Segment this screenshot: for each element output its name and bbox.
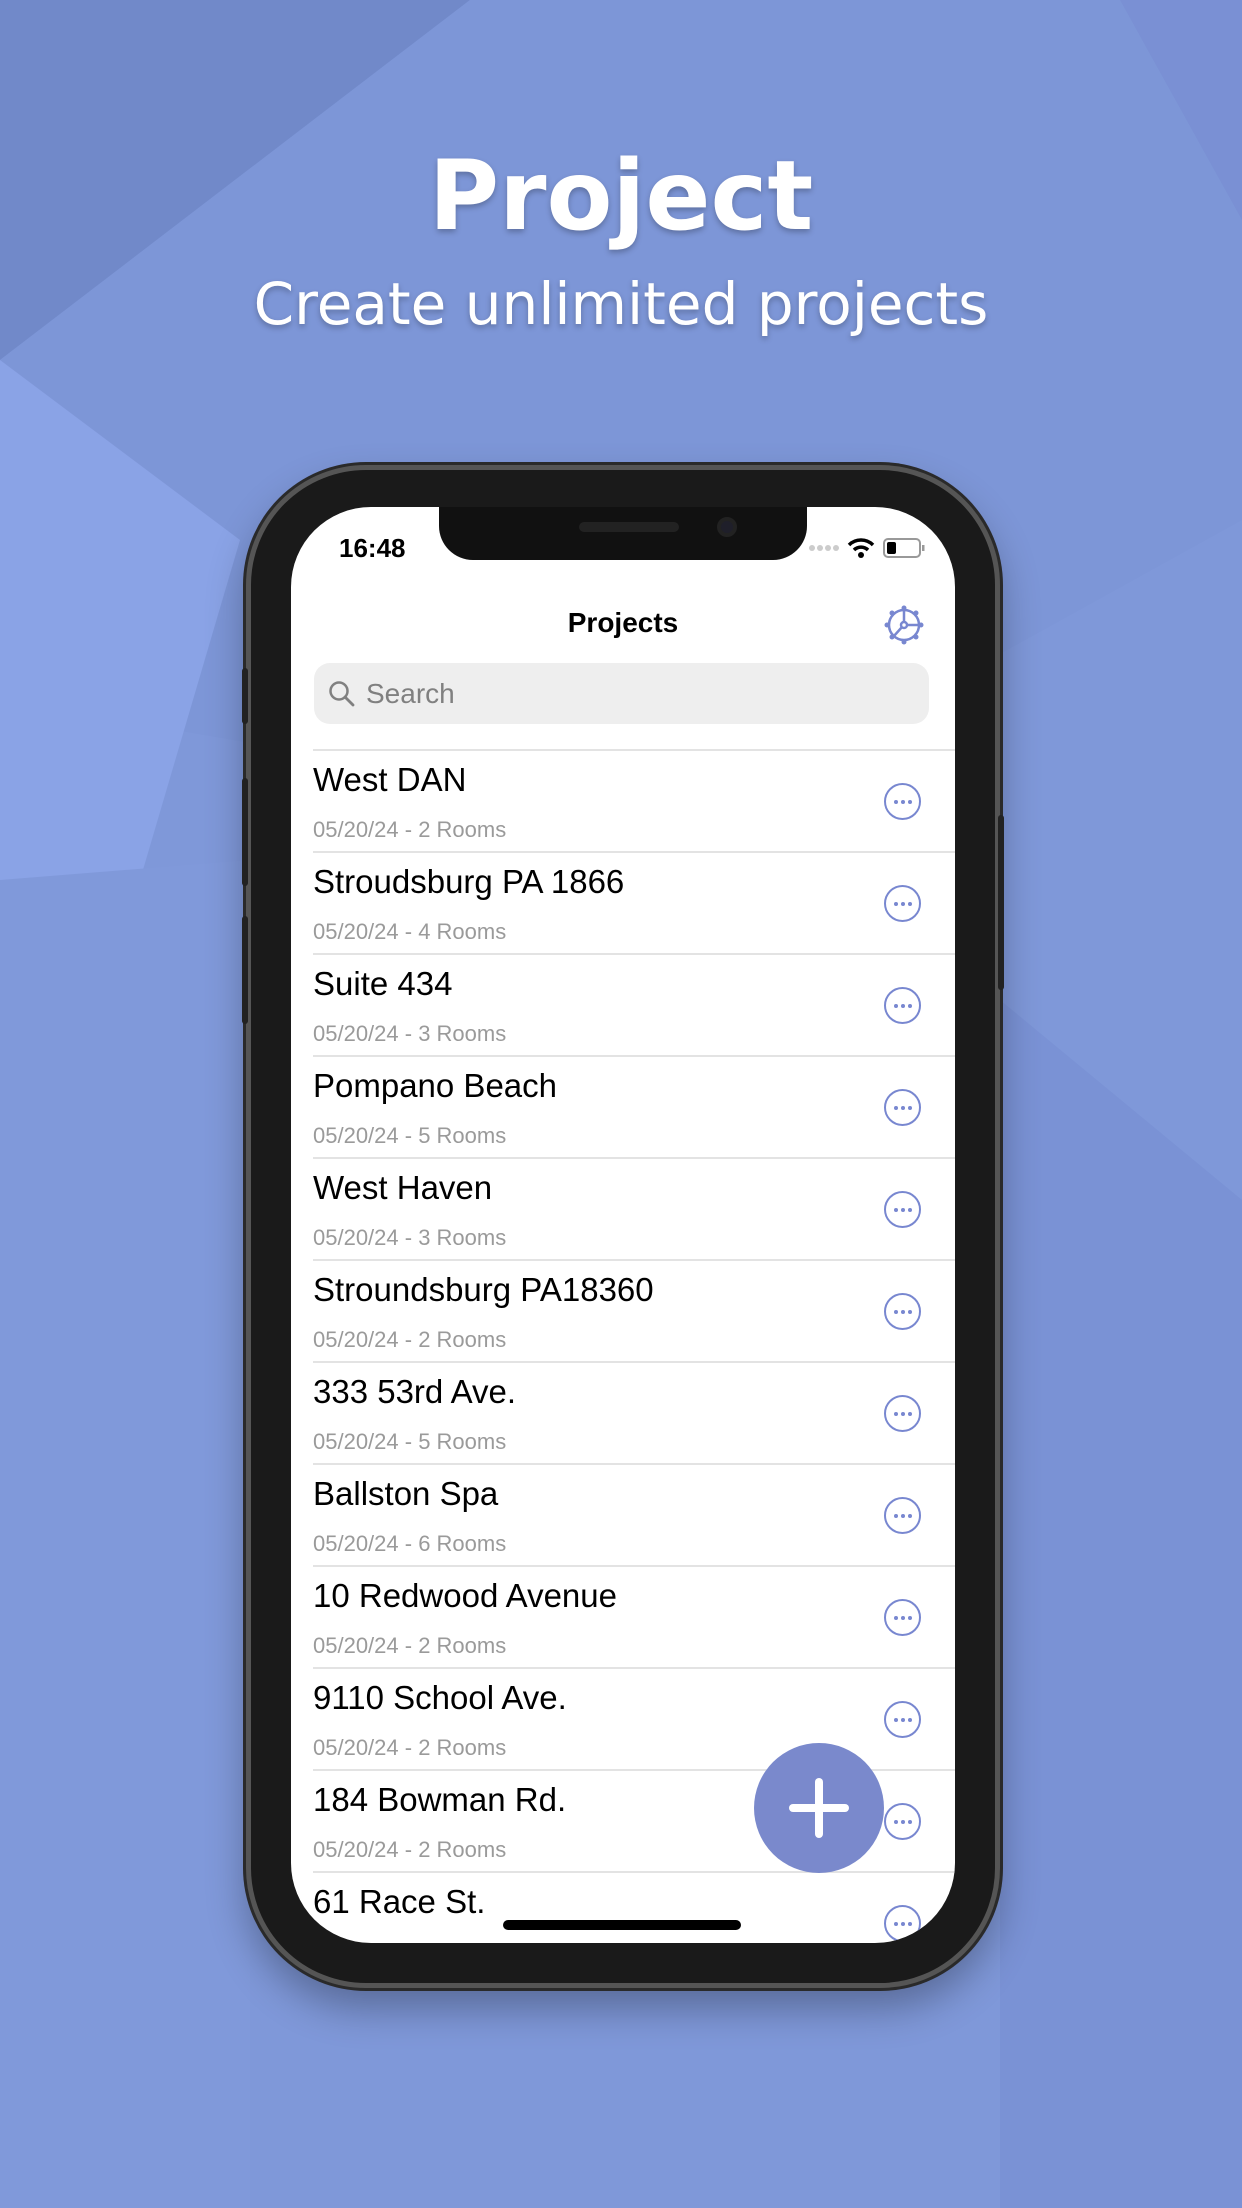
project-name: 9110 School Ave. — [313, 1679, 567, 1716]
phone-mute-button — [242, 668, 248, 724]
project-name: Suite 434 — [313, 965, 453, 1002]
project-meta: 05/20/24 - 2 Rooms — [313, 1837, 507, 1862]
project-meta: 05/20/24 - 2 Rooms — [313, 1735, 507, 1760]
home-indicator[interactable] — [503, 1920, 741, 1930]
battery-low-icon — [883, 538, 925, 558]
project-meta: 05/20/24 - 3 Rooms — [313, 1021, 507, 1046]
project-row[interactable]: Stroundsburg PA18360 05/20/24 - 2 Rooms — [313, 1259, 955, 1361]
more-options-icon[interactable] — [884, 783, 921, 820]
project-meta: 05/20/24 - 6 Rooms — [313, 1531, 507, 1556]
search-icon — [329, 680, 355, 706]
plus-icon — [789, 1778, 849, 1838]
more-options-icon[interactable] — [884, 1497, 921, 1534]
project-row[interactable]: West DAN 05/20/24 - 2 Rooms — [313, 749, 955, 851]
project-name: West Haven — [313, 1169, 493, 1206]
more-options-icon[interactable] — [884, 1701, 921, 1738]
project-row[interactable]: West Haven 05/20/24 - 3 Rooms — [313, 1157, 955, 1259]
project-name: Stroundsburg PA18360 — [313, 1271, 654, 1308]
project-meta: 05/20/24 - 2 Rooms — [313, 1633, 507, 1658]
project-name: Ballston Spa — [313, 1475, 499, 1512]
project-name: 333 53rd Ave. — [313, 1373, 517, 1410]
project-name: Stroudsburg PA 1866 — [313, 863, 625, 900]
status-icons — [809, 537, 925, 559]
gear-icon[interactable] — [883, 604, 925, 646]
project-row[interactable]: 10 Redwood Avenue 05/20/24 - 2 Rooms — [313, 1565, 955, 1667]
signal-dots-icon — [809, 545, 839, 551]
project-meta: 05/20/24 - 3 Rooms — [313, 1225, 507, 1250]
project-meta: 05/20/24 - 2 Rooms — [313, 1327, 507, 1352]
project-name: 184 Bowman Rd. — [313, 1781, 567, 1818]
project-name: West DAN — [313, 761, 467, 798]
more-options-icon[interactable] — [884, 1089, 921, 1126]
project-row[interactable]: 61 Race St. — [313, 1871, 955, 1943]
project-row[interactable]: 333 53rd Ave. 05/20/24 - 5 Rooms — [313, 1361, 955, 1463]
more-options-icon[interactable] — [884, 885, 921, 922]
more-options-icon[interactable] — [884, 1395, 921, 1432]
project-name: Pompano Beach — [313, 1067, 558, 1104]
speaker — [579, 522, 679, 532]
more-options-icon[interactable] — [884, 1599, 921, 1636]
project-row[interactable]: Suite 434 05/20/24 - 3 Rooms — [313, 953, 955, 1055]
notch — [439, 507, 807, 560]
status-time: 16:48 — [339, 533, 406, 563]
more-options-icon[interactable] — [884, 1293, 921, 1330]
project-meta: 05/20/24 - 2 Rooms — [313, 817, 507, 842]
search-input[interactable]: Search — [314, 663, 929, 724]
wifi-icon — [847, 538, 875, 558]
project-meta: 05/20/24 - 5 Rooms — [313, 1429, 507, 1454]
project-meta: 05/20/24 - 5 Rooms — [313, 1123, 507, 1148]
project-name: 10 Redwood Avenue — [313, 1577, 617, 1614]
hero-title: Project — [428, 140, 814, 252]
app-screen: 16:48 Projects Search West DAN 05/20/24 … — [291, 507, 955, 1943]
more-options-icon[interactable] — [884, 1905, 921, 1942]
phone-volume-down-button — [242, 916, 248, 1024]
camera — [717, 517, 737, 537]
project-name: 61 Race St. — [313, 1883, 486, 1920]
more-options-icon[interactable] — [884, 1191, 921, 1228]
more-options-icon[interactable] — [884, 987, 921, 1024]
more-options-icon[interactable] — [884, 1803, 921, 1840]
project-row[interactable]: 9110 School Ave. 05/20/24 - 2 Rooms — [313, 1667, 955, 1769]
project-row[interactable]: Pompano Beach 05/20/24 - 5 Rooms — [313, 1055, 955, 1157]
phone-power-button — [998, 815, 1004, 990]
search-placeholder: Search — [366, 677, 455, 709]
hero-subtitle: Create unlimited projects — [253, 270, 989, 338]
project-meta: 05/20/24 - 4 Rooms — [313, 919, 507, 944]
add-project-button[interactable] — [754, 1743, 884, 1873]
project-row[interactable]: Ballston Spa 05/20/24 - 6 Rooms — [313, 1463, 955, 1565]
phone-volume-up-button — [242, 778, 248, 886]
page-title: Projects — [567, 607, 679, 638]
project-row[interactable]: Stroudsburg PA 1866 05/20/24 - 4 Rooms — [313, 851, 955, 953]
